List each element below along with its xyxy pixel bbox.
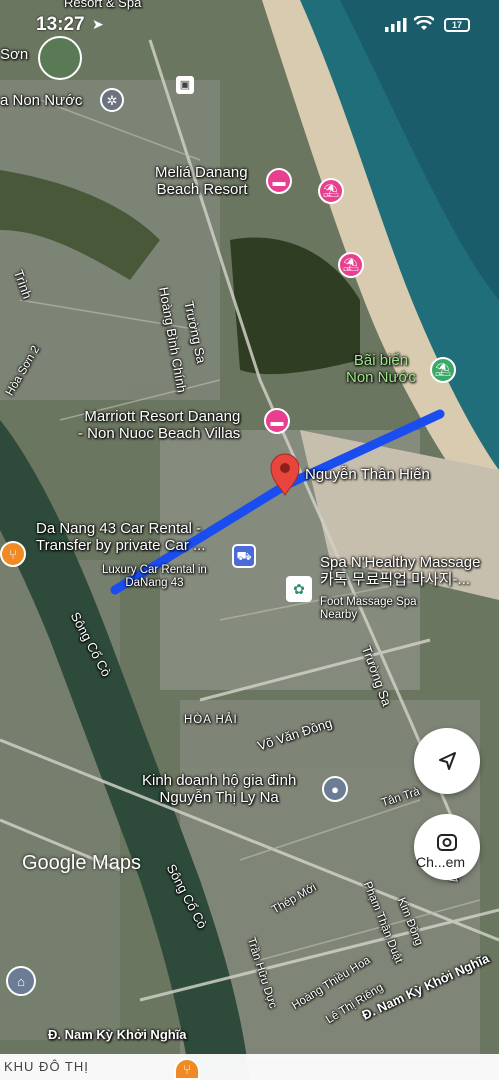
label-kinh-doanh: Kinh doanh hộ gia đình Nguyễn Thị Ly Na (142, 772, 296, 807)
beach-icon-2[interactable]: ⛱ (338, 252, 364, 278)
label-non-nuoc: a Non Nước (0, 92, 83, 109)
label-nam-ky-left: Đ. Nam Kỳ Khởi Nghĩa (48, 1027, 187, 1042)
label-car-rental-text: Da Nang 43 Car Rental - Transfer by priv… (36, 520, 206, 555)
restaurant-icon[interactable]: ⑂ (0, 541, 26, 567)
lens-label: Ch...em (416, 854, 466, 870)
label-son: Sơn (0, 46, 29, 63)
signal-icon (385, 18, 407, 37)
label-khu-do-thi: KHU ĐÔ THỊ (4, 1059, 89, 1074)
label-hoa-hai: HÒA HẢI (184, 714, 238, 726)
navigate-arrow-icon (439, 752, 456, 770)
label-car-rental: Da Nang 43 Car Rental - Transfer by priv… (36, 520, 206, 555)
spa-icon[interactable]: ✿ (286, 576, 312, 602)
label-foot-massage-text: Foot Massage Spa Nearby (320, 596, 417, 622)
battery-icon: 17 (444, 18, 470, 32)
status-time: 13:27 (36, 14, 85, 35)
wifi-icon (413, 14, 435, 37)
beach-icon-green[interactable]: ⛱ (430, 357, 456, 383)
bottom-sheet[interactable]: KHU ĐÔ THỊ ⑂ (0, 1054, 499, 1080)
label-marriott: Marriott Resort Danang - Non Nuoc Beach … (78, 408, 240, 443)
beach-icon-1[interactable]: ⛱ (318, 178, 344, 204)
google-lens-icon (437, 834, 457, 851)
label-luxury-text: Luxury Car Rental in DaNang 43 (102, 564, 207, 590)
label-foot-massage: Foot Massage Spa Nearby (320, 596, 417, 622)
google-maps-logo: Google Maps (22, 852, 141, 874)
label-bai-bien-text: Bãi biển Non Nước (346, 352, 416, 387)
label-spa-text: Spa N'Healthy Massage 카톡 무료픽업 마사지-... (320, 554, 481, 589)
battery-level: 17 (451, 20, 462, 30)
car-icon[interactable]: ⛟ (232, 544, 256, 568)
label-bai-bien: Bãi biển Non Nước (346, 352, 416, 387)
lens-button[interactable]: Ch...em (414, 814, 480, 880)
label-luxury: Luxury Car Rental in DaNang 43 (102, 564, 207, 590)
label-marriott-text: Marriott Resort Danang - Non Nuoc Beach … (78, 408, 241, 443)
building-icon[interactable]: ⌂ (6, 966, 36, 996)
avatar[interactable] (38, 36, 82, 80)
label-melia-text: Meliá Danang Beach Resort (155, 164, 248, 199)
label-top-resort: Resort & Spa (64, 0, 142, 10)
label-destination: Nguyễn Thần Hiến (305, 466, 430, 483)
label-kinh-doanh-text: Kinh doanh hộ gia đình Nguyễn Thị Ly Na (142, 772, 297, 807)
label-spa: Spa N'Healthy Massage 카톡 무료픽업 마사지-... (320, 554, 480, 589)
hotel-icon-marriott[interactable]: ▬ (264, 408, 290, 434)
label-melia: Meliá Danang Beach Resort (155, 164, 248, 199)
gear-icon[interactable]: ✲ (100, 88, 124, 112)
place-icon[interactable]: ● (322, 776, 348, 802)
navigate-button[interactable] (414, 728, 480, 794)
bus-icon[interactable]: ▣ (176, 76, 194, 94)
location-arrow-icon: ➤ (92, 16, 104, 32)
hotel-icon-melia[interactable]: ▬ (266, 168, 292, 194)
restaurant-icon-bottom[interactable]: ⑂ (174, 1058, 200, 1080)
